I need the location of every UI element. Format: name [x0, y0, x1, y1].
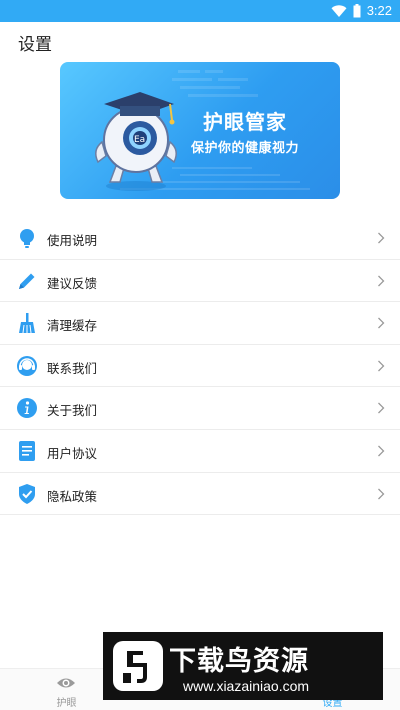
- info-icon: [17, 398, 37, 419]
- menu-label: 隐私政策: [47, 488, 98, 504]
- status-icons: 3:22: [331, 3, 392, 19]
- chevron-right-icon: [378, 275, 385, 287]
- chevron-right-icon: [378, 488, 385, 500]
- menu-label: 建议反馈: [47, 275, 98, 291]
- shield-check-icon: [19, 483, 35, 504]
- chevron-right-icon: [378, 402, 385, 414]
- wifi-icon: [331, 4, 347, 17]
- chevron-right-icon: [378, 360, 385, 372]
- banner-subtitle: 保护你的健康视力: [191, 141, 300, 156]
- banner[interactable]: Ea 护眼管家 保护你的健康视力: [60, 62, 340, 199]
- menu-item-feedback[interactable]: 建议反馈: [0, 260, 400, 303]
- menu-label: 清理缓存: [47, 318, 98, 334]
- banner-title: 护眼管家: [203, 110, 287, 134]
- menu-label: 用户协议: [47, 445, 98, 461]
- menu-label: 联系我们: [47, 360, 98, 376]
- watermark-banner: 下载鸟资源 www.xiazainiao.com: [103, 632, 383, 700]
- settings-menu: 使用说明 建议反馈 清理缓存 联系我们 关于我们 用户协议 隐私政策: [0, 217, 400, 516]
- chevron-right-icon: [378, 317, 385, 329]
- menu-item-contact-us[interactable]: 联系我们: [0, 345, 400, 388]
- status-time: 3:22: [366, 3, 392, 18]
- chevron-right-icon: [378, 445, 385, 457]
- menu-label: 使用说明: [47, 233, 98, 248]
- broom-icon: [19, 313, 35, 334]
- watermark-title: 下载鸟资源: [169, 646, 309, 677]
- menu-label: 关于我们: [47, 403, 98, 419]
- svg-text:Ea: Ea: [134, 135, 145, 145]
- headset-icon: [17, 355, 37, 376]
- battery-icon: [353, 4, 361, 18]
- menu-item-instructions[interactable]: 使用说明: [0, 217, 400, 260]
- menu-item-clear-cache[interactable]: 清理缓存: [0, 302, 400, 345]
- document-icon: [19, 440, 35, 461]
- eye-icon: [57, 678, 75, 688]
- mascot-eyeball-illustration: Ea: [95, 92, 177, 191]
- bird-logo-icon: [113, 641, 163, 691]
- pencil-icon: [19, 273, 35, 289]
- menu-item-privacy-policy[interactable]: 隐私政策: [0, 473, 400, 516]
- watermark-url: www.xiazainiao.com: [183, 678, 310, 694]
- menu-item-about-us[interactable]: 关于我们: [0, 387, 400, 430]
- chevron-right-icon: [378, 232, 385, 244]
- status-bar: 3:22: [0, 0, 400, 22]
- lightbulb-icon: [20, 229, 34, 248]
- page-title: 设置: [18, 35, 52, 55]
- menu-item-user-agreement[interactable]: 用户协议: [0, 430, 400, 473]
